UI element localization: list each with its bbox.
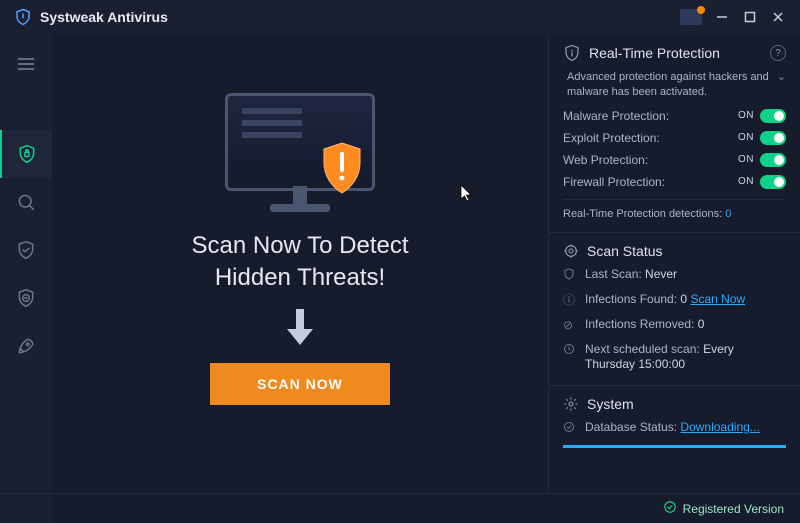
protection-label: Malware Protection: [563,109,669,123]
db-status-value[interactable]: Downloading... [680,420,759,434]
db-status-label: Database Status: [585,420,677,434]
scan-status-section: Scan Status Last Scan: Never ⓘ Infection… [549,233,800,386]
toggle-state: ON [738,110,754,121]
toggle-state: ON [738,132,754,143]
protection-row: Web Protection: ON [563,153,786,167]
arrow-down-icon [285,309,315,345]
system-section: System Database Status: Downloading... [549,386,800,455]
exploit-protection-toggle[interactable] [760,131,786,145]
scan-now-link[interactable]: Scan Now [690,292,745,306]
shield-info-icon [563,44,581,62]
malware-protection-toggle[interactable] [760,109,786,123]
title-bar: Systweak Antivirus [0,0,800,34]
side-panel: Real-Time Protection ? Advanced protecti… [548,34,800,493]
infections-found-label: Infections Found: [585,292,677,306]
protection-row: Exploit Protection: ON [563,131,786,145]
shield-lock-icon [17,144,37,164]
rtp-description-toggle[interactable]: Advanced protection against hackers and … [563,70,786,101]
search-icon [16,192,36,212]
infections-removed-value: 0 [698,317,705,331]
target-icon [563,243,579,259]
protection-label: Web Protection: [563,153,648,167]
shield-check-icon [16,240,36,260]
shield-e-icon [16,288,36,308]
last-scan-value: Never [645,267,677,281]
rtp-description: Advanced protection against hackers and … [567,70,771,101]
footer: Registered Version [0,493,800,523]
check-icon [663,500,677,517]
sidebar-item-scan[interactable] [0,178,52,226]
block-icon: ⊘ [563,318,577,334]
hero-area: Scan Now To Detect Hidden Threats! SCAN … [52,34,548,493]
gear-icon [563,396,579,412]
system-title: System [587,396,634,412]
web-protection-toggle[interactable] [760,153,786,167]
app-logo-icon [14,8,32,26]
menu-icon [16,54,36,74]
maximize-button[interactable] [736,3,764,31]
rocket-icon [16,336,36,356]
sidebar-item-status[interactable] [0,130,52,178]
sidebar-item-boost[interactable] [0,322,52,370]
sidebar-item-protection[interactable] [0,226,52,274]
protection-label: Firewall Protection: [563,175,665,189]
info-icon: ⓘ [563,293,577,309]
shield-small-icon [563,268,577,285]
clock-icon [563,343,577,360]
detections-label: Real-Time Protection detections: [563,208,722,220]
monitor-illustration [210,72,390,212]
last-scan-label: Last Scan: [585,267,642,281]
cursor-icon [460,184,474,207]
registered-label: Registered Version [683,502,784,516]
minimize-button[interactable] [708,3,736,31]
sidebar [0,34,52,523]
app-title: Systweak Antivirus [40,9,168,25]
download-progress-bar [563,445,786,448]
help-icon[interactable]: ? [770,45,786,61]
firewall-protection-toggle[interactable] [760,175,786,189]
scan-status-title: Scan Status [587,243,663,259]
close-button[interactable] [764,3,792,31]
check-circle-icon [563,421,577,438]
hero-headline: Scan Now To Detect Hidden Threats! [170,230,430,295]
chevron-down-icon: ⌄ [777,70,786,101]
protection-label: Exploit Protection: [563,131,660,145]
notification-icon[interactable] [680,9,702,25]
detections-count: 0 [725,208,731,220]
shield-warning-icon [320,142,364,194]
rtp-detections: Real-Time Protection detections: 0 [563,199,786,220]
next-scan-label: Next scheduled scan: [585,342,700,356]
scan-now-button[interactable]: SCAN NOW [210,363,390,405]
sidebar-item-quarantine[interactable] [0,274,52,322]
infections-removed-label: Infections Removed: [585,317,694,331]
infections-found-value: 0 [680,292,687,306]
protection-row: Firewall Protection: ON [563,175,786,189]
protection-row: Malware Protection: ON [563,109,786,123]
realtime-protection-section: Real-Time Protection ? Advanced protecti… [549,34,800,233]
sidebar-item-menu[interactable] [0,40,52,88]
toggle-state: ON [738,154,754,165]
rtp-title: Real-Time Protection [589,45,720,61]
toggle-state: ON [738,176,754,187]
